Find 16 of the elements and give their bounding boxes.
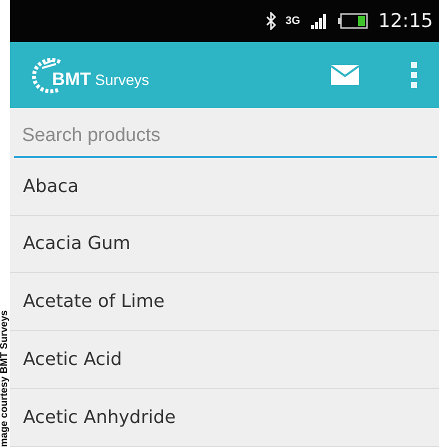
battery-icon <box>338 12 368 29</box>
mail-icon <box>331 64 359 85</box>
signal-icon <box>310 12 328 29</box>
clock: 12:15 <box>378 10 433 32</box>
product-item[interactable]: Acetate of Lime <box>10 273 439 332</box>
brand-name: BMT <box>52 68 91 90</box>
image-credit: mage courtesy BMT Surveys <box>0 310 10 447</box>
product-item[interactable]: Abaca <box>10 158 439 216</box>
product-item[interactable]: Acacia Gum <box>10 216 439 274</box>
network-type: 3G <box>286 14 300 27</box>
search-field[interactable]: Search products <box>14 116 437 158</box>
product-item[interactable]: Acetic Acid <box>10 331 439 390</box>
brand-subtitle: Surveys <box>95 72 150 89</box>
product-item[interactable]: Acetic Anhydride <box>10 389 439 447</box>
overflow-menu-icon <box>411 62 417 88</box>
bluetooth-icon <box>266 12 276 30</box>
